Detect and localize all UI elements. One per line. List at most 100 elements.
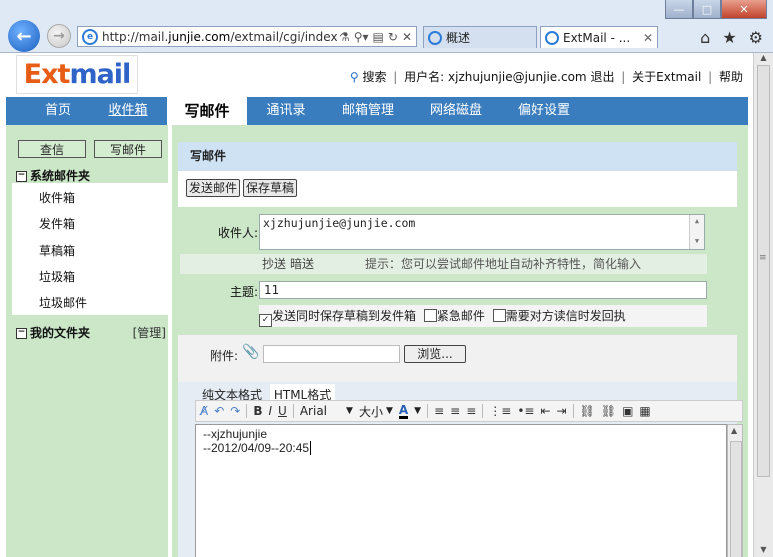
refresh-icon[interactable]: ↻ xyxy=(388,30,398,44)
compose-button[interactable]: 写邮件 xyxy=(94,140,162,158)
folder-sent[interactable]: 发件箱 xyxy=(39,215,75,232)
cc-link[interactable]: 抄送 xyxy=(262,254,286,274)
link-icon[interactable]: ⛓ xyxy=(580,404,595,418)
stop-icon[interactable]: ✕ xyxy=(402,30,412,44)
align-right-icon[interactable]: ≡ xyxy=(466,404,476,418)
home-icon[interactable]: ⌂ xyxy=(700,28,710,47)
option-read-receipt[interactable]: 需要对方读信时发回执 xyxy=(492,309,626,323)
my-folders-header[interactable]: − 我的文件夹 xyxy=(16,324,90,341)
nav-mailbox-manage[interactable]: 邮箱管理 xyxy=(336,97,400,125)
main-nav: 首页 收件箱 写邮件 通讯录 邮箱管理 网络磁盘 偏好设置 xyxy=(6,97,748,125)
address-bar[interactable]: e http://mail.junjie.com/extmail/cgi/ind… xyxy=(77,26,417,47)
image-icon[interactable]: ▣ xyxy=(622,404,633,418)
table-icon[interactable]: ▦ xyxy=(639,404,650,418)
help-link[interactable]: 帮助 xyxy=(719,70,743,84)
close-window-button[interactable]: ✕ xyxy=(721,0,767,19)
checkbox[interactable] xyxy=(423,309,437,322)
option-save-copy[interactable]: ✓ 发送同时保存草稿到发件箱 xyxy=(259,309,417,327)
indent-icon[interactable]: ⇥ xyxy=(557,404,567,418)
page: Extmail ⚲ 搜索 | 用户名: xjzhujunjie@junjie.c… xyxy=(0,53,753,557)
font-family-select[interactable]: Arial ▼ xyxy=(300,404,353,418)
option-label: 发送同时保存草稿到发件箱 xyxy=(272,309,417,323)
scroll-up-icon[interactable]: ▲ xyxy=(731,426,737,435)
compat-view-icon[interactable]: ⚗ xyxy=(339,30,350,44)
about-link[interactable]: 关于Extmail xyxy=(632,70,701,84)
subject-field[interactable]: 11 xyxy=(259,281,707,299)
editor-scroll-thumb[interactable] xyxy=(730,441,742,557)
ie-icon xyxy=(428,30,442,45)
maximize-button[interactable]: □ xyxy=(693,0,721,19)
browser-tab-extmail[interactable]: ExtMail - ... ✕ xyxy=(540,26,658,48)
page-scroll-thumb[interactable] xyxy=(757,65,770,477)
chevron-down-icon[interactable]: ▼ xyxy=(414,406,421,416)
logout-link[interactable]: 退出 xyxy=(590,70,614,84)
nav-inbox[interactable]: 收件箱 xyxy=(96,97,160,125)
search-link[interactable]: 搜索 xyxy=(362,70,386,84)
compose-title: 写邮件 xyxy=(178,142,737,171)
gear-icon[interactable]: ⚙ xyxy=(749,28,763,47)
folder-drafts[interactable]: 草稿箱 xyxy=(39,242,75,259)
compose-panel: 写邮件 发送邮件 保存草稿 收件人: xjzhujunjie@junjie.co… xyxy=(172,125,748,557)
send-button[interactable]: 发送邮件 xyxy=(186,179,240,197)
font-size-select[interactable]: 大小 ▼ xyxy=(359,403,393,420)
url-host: junjie.com xyxy=(168,29,231,44)
ie-icon xyxy=(545,30,559,45)
logo-text: Extmail xyxy=(23,59,132,90)
page-scrollbar[interactable]: ▲ ≡ ▼ xyxy=(753,53,773,557)
italic-icon[interactable]: I xyxy=(269,404,273,418)
scroll-up-icon[interactable]: ▲ xyxy=(754,53,773,65)
collapse-icon[interactable]: − xyxy=(16,171,27,182)
browse-button[interactable]: 浏览... xyxy=(404,345,466,363)
system-folders-header[interactable]: − 系统邮件夹 xyxy=(16,167,90,184)
editor-scrollbar[interactable]: ▲ xyxy=(727,424,743,557)
back-button[interactable]: ← xyxy=(8,20,40,52)
nav-home[interactable]: 首页 xyxy=(26,97,90,125)
attachment-file-input[interactable] xyxy=(263,345,400,363)
align-left-icon[interactable]: ≡ xyxy=(434,404,444,418)
checkbox-checked[interactable]: ✓ xyxy=(259,314,272,327)
bcc-link[interactable]: 暗送 xyxy=(290,254,314,274)
nav-contacts[interactable]: 通讯录 xyxy=(254,97,318,125)
underline-icon[interactable]: U xyxy=(278,404,287,418)
scroll-down-icon[interactable]: ▼ xyxy=(754,545,773,557)
rss-icon[interactable]: ▤ xyxy=(373,30,384,44)
favorites-star-icon[interactable]: ★ xyxy=(722,28,736,47)
editor-area: 纯文本格式 HTML格式 A̸ ↶ ↷ B I U Arial ▼ 大小 ▼ A ▼… xyxy=(178,382,743,557)
url-text[interactable]: http://mail.junjie.com/extmail/cgi/index xyxy=(102,30,339,44)
clear-format-icon[interactable]: A̸ xyxy=(200,404,208,418)
align-center-icon[interactable]: ≡ xyxy=(450,404,460,418)
url-path: /extmail/cgi/index xyxy=(230,29,338,44)
manage-folders-link[interactable]: [管理] xyxy=(133,324,166,341)
checkbox[interactable] xyxy=(492,309,506,322)
to-scrollbar[interactable]: ▲ ▼ xyxy=(689,215,704,249)
undo-icon[interactable]: ↶ xyxy=(214,404,224,418)
message-body-editor[interactable]: --xjzhujunjie --2012/04/09--20:45 xyxy=(195,424,727,557)
collapse-icon[interactable]: − xyxy=(16,328,27,339)
outdent-icon[interactable]: ⇤ xyxy=(540,404,550,418)
option-urgent[interactable]: 紧急邮件 xyxy=(423,309,485,323)
unordered-list-icon[interactable]: •≡ xyxy=(517,404,534,418)
search-dropdown-icon[interactable]: ⚲▾ xyxy=(354,30,369,44)
nav-compose[interactable]: 写邮件 xyxy=(167,97,247,125)
folder-spam[interactable]: 垃圾邮件 xyxy=(39,294,87,311)
bold-icon[interactable]: B xyxy=(253,404,262,418)
folder-inbox[interactable]: 收件箱 xyxy=(39,189,75,206)
ordered-list-icon[interactable]: ⋮≡ xyxy=(489,404,511,418)
user-bar: ⚲ 搜索 | 用户名: xjzhujunjie@junjie.com 退出 | … xyxy=(349,70,743,84)
forward-button[interactable]: → xyxy=(47,24,71,48)
to-field[interactable]: xjzhujunjie@junjie.com ▲ ▼ xyxy=(259,214,705,250)
nav-preferences[interactable]: 偏好设置 xyxy=(512,97,576,125)
redo-icon[interactable]: ↷ xyxy=(230,404,240,418)
save-draft-button[interactable]: 保存草稿 xyxy=(243,179,297,197)
browser-tab-overview[interactable]: 概述 xyxy=(423,26,537,48)
minimize-button[interactable]: — xyxy=(665,0,693,19)
font-color-icon[interactable]: A xyxy=(398,404,409,419)
sidebar: 查信 写邮件 − 系统邮件夹 收件箱 发件箱 草稿箱 垃圾箱 垃圾邮件 − 我的文件… xyxy=(6,125,170,557)
unlink-icon[interactable]: ⛓ xyxy=(601,404,616,418)
nav-netdisk[interactable]: 网络磁盘 xyxy=(424,97,488,125)
check-mail-button[interactable]: 查信 xyxy=(18,140,86,158)
close-tab-icon[interactable]: ✕ xyxy=(643,31,653,45)
folder-trash[interactable]: 垃圾箱 xyxy=(39,268,75,285)
search-icon[interactable]: ⚲ xyxy=(350,70,359,84)
tab-title: ExtMail - ... xyxy=(563,30,631,45)
